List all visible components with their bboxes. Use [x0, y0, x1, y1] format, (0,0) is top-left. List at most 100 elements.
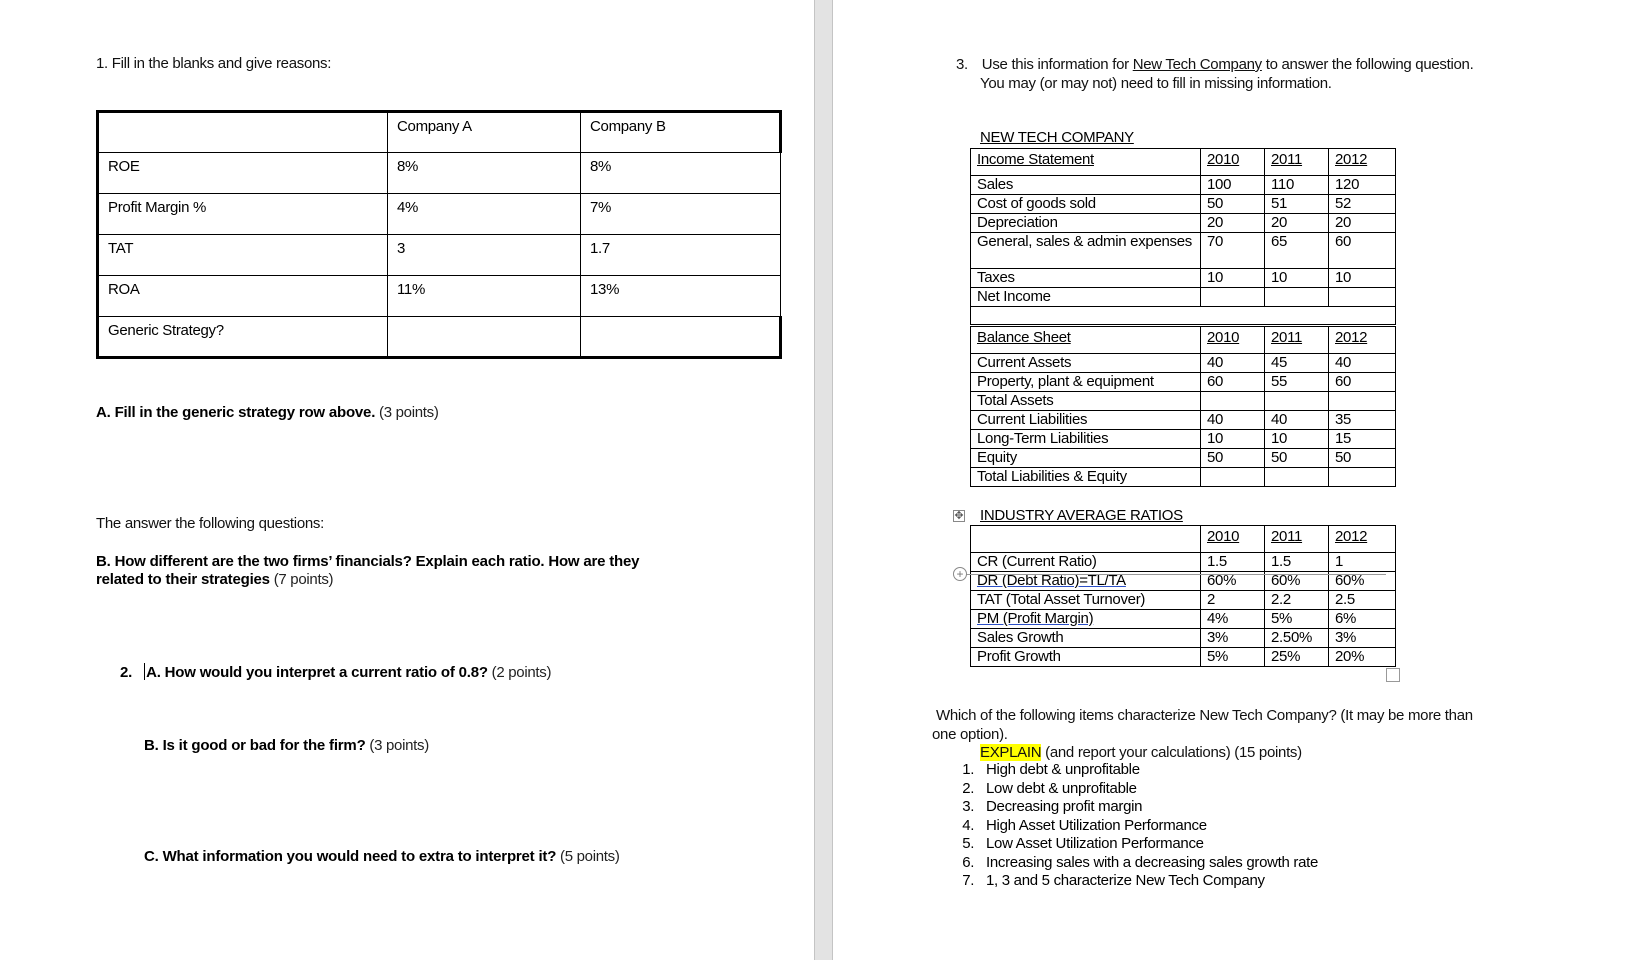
table-header-company-a[interactable]: Company A	[387, 110, 581, 153]
table-cell[interactable]: Equity	[970, 448, 1201, 468]
table-cell[interactable]: 7%	[580, 193, 781, 235]
row-insert-icon[interactable]: +	[953, 567, 967, 581]
table-cell[interactable]: 2.5	[1328, 590, 1396, 610]
table-cell[interactable]: Depreciation	[970, 213, 1201, 233]
row-label[interactable]: Generic Strategy?	[96, 316, 388, 359]
table-cell[interactable]: 5%	[1264, 609, 1329, 629]
table-cell[interactable]: Current Liabilities	[970, 410, 1201, 430]
table-cell[interactable]: 55	[1264, 372, 1329, 392]
table-cell[interactable]: Current Assets	[970, 353, 1201, 373]
table-cell[interactable]: 60	[1328, 372, 1396, 392]
table-cell[interactable]: 10	[1200, 429, 1265, 449]
table-cell[interactable]: 40	[1264, 410, 1329, 430]
table-cell[interactable]: 6%	[1328, 609, 1396, 629]
table-cell[interactable]: 100	[1200, 175, 1265, 195]
table-cell[interactable]: 1.5	[1264, 552, 1329, 572]
generic-strategy-cell-b[interactable]	[580, 316, 782, 359]
table-header-cell[interactable]: 2012	[1328, 525, 1396, 553]
table-cell[interactable]: Total Liabilities & Equity	[970, 467, 1201, 487]
table-cell[interactable]: 50	[1200, 194, 1265, 214]
table-cell[interactable]: 10	[1328, 268, 1396, 288]
table-cell[interactable]: 20	[1264, 213, 1329, 233]
table-cell[interactable]: Long-Term Liabilities	[970, 429, 1201, 449]
table-cell[interactable]	[96, 110, 388, 153]
table-cell[interactable]: 1.7	[580, 234, 781, 276]
table-cell[interactable]: 40	[1200, 353, 1265, 373]
table-cell[interactable]: 50	[1200, 448, 1265, 468]
table-cell[interactable]: Sales	[970, 175, 1201, 195]
table-cell[interactable]: 2.50%	[1264, 628, 1329, 648]
table-cell[interactable]: 20%	[1328, 647, 1396, 667]
table-cell[interactable]: 52	[1328, 194, 1396, 214]
table-cell[interactable]: 10	[1264, 268, 1329, 288]
table-cell[interactable]: 40	[1200, 410, 1265, 430]
table-cell[interactable]: 2.2	[1264, 590, 1329, 610]
generic-strategy-cell-a[interactable]	[387, 316, 581, 359]
table-resize-handle-icon[interactable]	[1386, 668, 1400, 682]
table-cell[interactable]: PM (Profit Margin)	[970, 609, 1201, 629]
new-tech-company-link[interactable]: New Tech Company	[1133, 56, 1262, 73]
table-header-cell[interactable]: 2010	[1200, 148, 1265, 176]
table-header-cell[interactable]	[970, 525, 1201, 553]
table-cell[interactable]: 15	[1328, 429, 1396, 449]
table-header-company-b[interactable]: Company B	[580, 110, 782, 153]
table-move-handle-icon[interactable]: ✥	[953, 510, 965, 522]
table-header-cell[interactable]: 2010	[1200, 326, 1265, 354]
table-cell[interactable]: 25%	[1264, 647, 1329, 667]
table-cell[interactable]	[1264, 391, 1329, 411]
table-cell[interactable]	[1264, 287, 1329, 307]
table-cell[interactable]: 3%	[1200, 628, 1265, 648]
table-header-cell[interactable]: 2012	[1328, 148, 1396, 176]
table-cell[interactable]: 1.5	[1200, 552, 1265, 572]
table-cell[interactable]: Cost of goods sold	[970, 194, 1201, 214]
table-header-cell[interactable]: 2012	[1328, 326, 1396, 354]
table-cell[interactable]	[1328, 391, 1396, 411]
table-cell[interactable]: 50	[1328, 448, 1396, 468]
table-cell[interactable]: 3%	[1328, 628, 1396, 648]
table-cell[interactable]: 70	[1200, 232, 1265, 269]
table-header-cell[interactable]: 2011	[1264, 525, 1329, 553]
table-cell[interactable]	[1200, 287, 1265, 307]
table-cell[interactable]: 40	[1328, 353, 1396, 373]
table-cell[interactable]: 1	[1328, 552, 1396, 572]
table-cell[interactable]: TAT (Total Asset Turnover)	[970, 590, 1201, 610]
row-label[interactable]: ROE	[96, 152, 388, 194]
table-header-cell[interactable]: Income Statement	[970, 148, 1201, 176]
table-cell[interactable]	[1264, 467, 1329, 487]
row-label[interactable]: Profit Margin %	[96, 193, 388, 235]
table-cell[interactable]: 35	[1328, 410, 1396, 430]
table-header-cell[interactable]: 2011	[1264, 148, 1329, 176]
table-cell[interactable]: 45	[1264, 353, 1329, 373]
table-cell[interactable]: Total Assets	[970, 391, 1201, 411]
table-cell[interactable]: 10	[1200, 268, 1265, 288]
table-cell[interactable]: 4%	[1200, 609, 1265, 629]
table-cell[interactable]: Profit Growth	[970, 647, 1201, 667]
table-cell[interactable]	[1328, 467, 1396, 487]
table-cell[interactable]: 13%	[580, 275, 781, 317]
row-label[interactable]: TAT	[96, 234, 388, 276]
table-cell[interactable]: CR (Current Ratio)	[970, 552, 1201, 572]
table-cell[interactable]: 65	[1264, 232, 1329, 269]
table-cell[interactable]: Net Income	[970, 287, 1201, 307]
table-cell[interactable]	[1200, 467, 1265, 487]
table-cell[interactable]: 3	[387, 234, 581, 276]
table-cell[interactable]	[1200, 391, 1265, 411]
table-header-cell[interactable]: 2010	[1200, 525, 1265, 553]
table-cell[interactable]: Property, plant & equipment	[970, 372, 1201, 392]
table-cell[interactable]: 51	[1264, 194, 1329, 214]
table-cell[interactable]: 8%	[580, 152, 781, 194]
table-cell[interactable]: 11%	[387, 275, 581, 317]
table-cell[interactable]: Sales Growth	[970, 628, 1201, 648]
table-cell[interactable]: Taxes	[970, 268, 1201, 288]
table-cell[interactable]: 2	[1200, 590, 1265, 610]
row-label[interactable]: ROA	[96, 275, 388, 317]
table-header-cell[interactable]: 2011	[1264, 326, 1329, 354]
table-cell[interactable]: General, sales & admin expenses	[970, 232, 1201, 269]
table-cell[interactable]: 60	[1200, 372, 1265, 392]
table-cell[interactable]: 8%	[387, 152, 581, 194]
table-cell[interactable]: 50	[1264, 448, 1329, 468]
table-cell[interactable]: 10	[1264, 429, 1329, 449]
table-cell[interactable]: 60	[1328, 232, 1396, 269]
table-cell[interactable]: 120	[1328, 175, 1396, 195]
table-cell[interactable]: 4%	[387, 193, 581, 235]
